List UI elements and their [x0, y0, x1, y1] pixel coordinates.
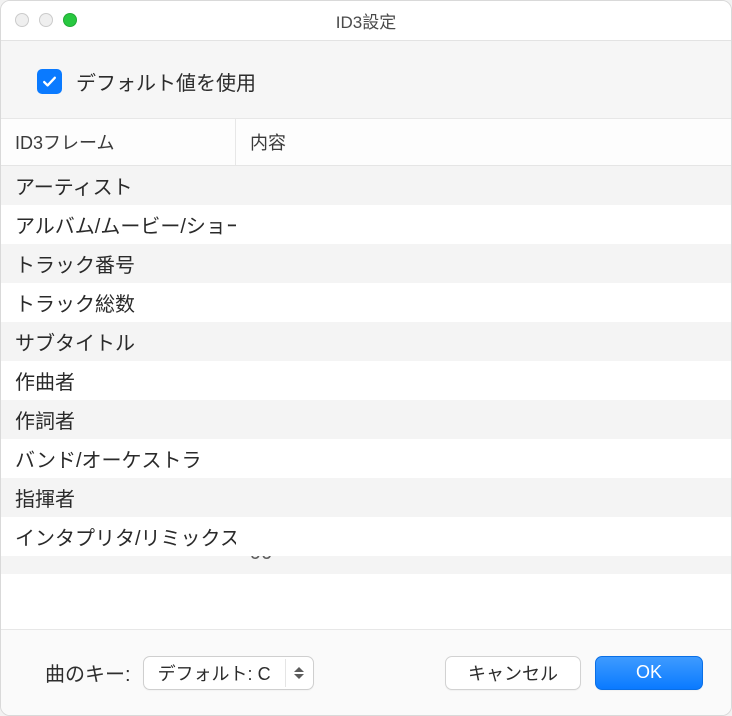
table-row[interactable]: アルバム/ムービー/ショー: [1, 205, 731, 244]
table-row[interactable]: 指揮者: [1, 478, 731, 517]
ok-button[interactable]: OK: [595, 656, 703, 690]
table-row[interactable]: 作曲者: [1, 361, 731, 400]
table-row[interactable]: サブタイトル: [1, 322, 731, 361]
use-defaults-label: デフォルト値を使用: [76, 67, 256, 96]
table-row[interactable]: BPM 90: [1, 556, 731, 574]
chevron-down-icon: [294, 674, 304, 679]
cell-frame: サブタイトル: [1, 327, 236, 356]
song-key-select[interactable]: デフォルト: C: [143, 656, 314, 690]
table-row[interactable]: 作詞者: [1, 400, 731, 439]
use-defaults-checkbox[interactable]: [37, 69, 62, 94]
table-row[interactable]: インタプリタ/リミックス: [1, 517, 731, 556]
cell-frame: 作曲者: [1, 366, 236, 395]
close-icon[interactable]: [15, 13, 29, 27]
defaults-region: デフォルト値を使用: [1, 41, 731, 119]
song-key-label: 曲のキー:: [45, 658, 131, 687]
select-stepper: [285, 659, 309, 687]
table-header: ID3フレーム 内容: [1, 119, 731, 166]
cell-frame: トラック総数: [1, 288, 236, 317]
cell-frame: バンド/オーケストラ: [1, 444, 236, 473]
check-icon: [41, 73, 58, 90]
column-header-frame[interactable]: ID3フレーム: [1, 119, 236, 165]
table-body[interactable]: アーティスト アルバム/ムービー/ショー トラック番号 トラック総数 サブタイト…: [1, 166, 731, 629]
table-row[interactable]: トラック総数: [1, 283, 731, 322]
song-key-value: デフォルト: C: [158, 660, 285, 686]
cancel-button[interactable]: キャンセル: [445, 656, 581, 690]
zoom-icon[interactable]: [63, 13, 77, 27]
cell-frame: アーティスト: [1, 171, 236, 200]
window-title: ID3設定: [1, 8, 731, 33]
table-row[interactable]: トラック番号: [1, 244, 731, 283]
id3-settings-window: ID3設定 デフォルト値を使用 ID3フレーム 内容 アーティスト アルバム/ム…: [0, 0, 732, 716]
minimize-icon[interactable]: [39, 13, 53, 27]
column-header-content[interactable]: 内容: [236, 119, 731, 165]
cell-frame: アルバム/ムービー/ショー: [1, 210, 236, 239]
ok-button-label: OK: [636, 662, 662, 683]
cancel-button-label: キャンセル: [468, 660, 558, 686]
titlebar: ID3設定: [1, 1, 731, 41]
table-row[interactable]: アーティスト: [1, 166, 731, 205]
window-controls: [15, 13, 77, 27]
cell-frame: インタプリタ/リミックス: [1, 522, 236, 551]
chevron-up-icon: [294, 667, 304, 672]
cell-frame: トラック番号: [1, 249, 236, 278]
cell-frame: 指揮者: [1, 483, 236, 512]
table-row[interactable]: バンド/オーケストラ: [1, 439, 731, 478]
cell-frame: 作詞者: [1, 405, 236, 434]
footer: 曲のキー: デフォルト: C キャンセル OK: [1, 629, 731, 715]
